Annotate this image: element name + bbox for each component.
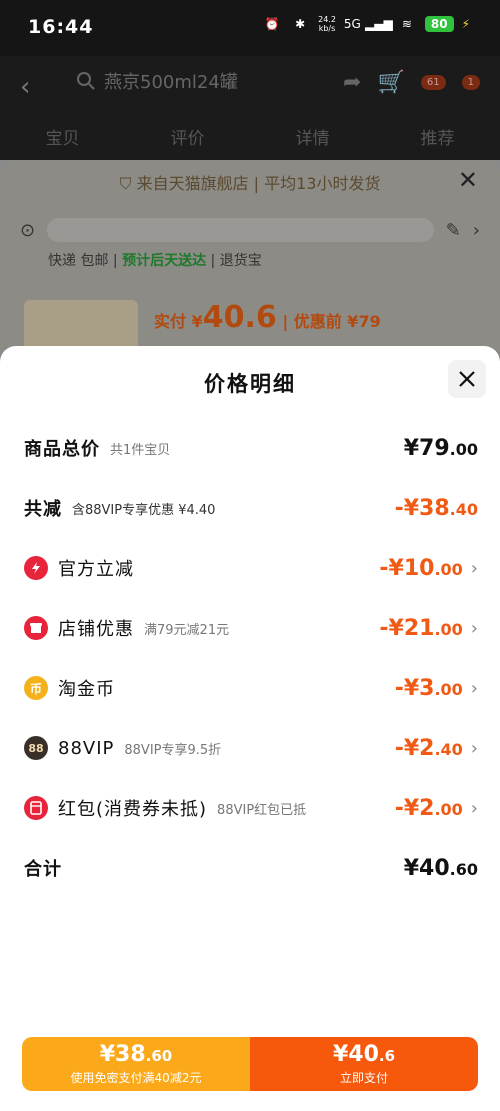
- pay-right-label: 立即支付: [339, 1071, 388, 1085]
- shop-notice: ⛉ 来自天猫旗舰店 | 平均13小时发货: [119, 174, 381, 193]
- chevron-right-icon: ›: [470, 557, 478, 579]
- close-button[interactable]: [448, 360, 486, 398]
- alarm-icon: ⏰: [264, 17, 280, 31]
- row-taobao-coins[interactable]: 币 淘金币 -¥3.00 ›: [24, 668, 478, 708]
- row-amount: -¥21.00: [379, 615, 463, 641]
- row-sub: 88VIP红包已抵: [217, 802, 307, 818]
- signal-bars-icon: ▂▄▆: [365, 17, 393, 31]
- row-amount: -¥3.00: [394, 675, 463, 701]
- row-label: 合计: [24, 859, 62, 880]
- wifi-icon: ≋: [401, 17, 412, 31]
- address-text-blurred: [47, 218, 434, 242]
- row-label: 店铺优惠: [58, 619, 134, 640]
- pay-left-label: 使用免密支付满40减2元: [70, 1071, 202, 1085]
- tab-details[interactable]: 详情: [296, 124, 330, 149]
- back-button[interactable]: ‹: [20, 72, 50, 102]
- cart-badge: 61: [420, 75, 446, 90]
- tab-recommend[interactable]: 推荐: [421, 124, 455, 149]
- row-amount: -¥38.40: [394, 495, 478, 521]
- vip88-icon: 88: [24, 736, 48, 760]
- tab-item[interactable]: 宝贝: [46, 124, 80, 149]
- pay-left-price: ¥38.60: [99, 1042, 173, 1067]
- row-sub: 共1件宝贝: [110, 442, 171, 458]
- row-88vip[interactable]: 88 88VIP 88VIP专享9.5折 -¥2.40 ›: [24, 728, 478, 768]
- row-label: 红包(消费券未抵): [58, 799, 208, 820]
- row-shop-discount[interactable]: 店铺优惠 满79元减21元 -¥21.00 ›: [24, 608, 478, 648]
- lightning-icon: [24, 556, 48, 580]
- status-time: 16:44: [28, 16, 94, 38]
- search-bar[interactable]: 燕京500ml24罐: [76, 68, 238, 94]
- row-label: 官方立减: [58, 559, 134, 580]
- row-sub: 满79元减21元: [144, 622, 230, 638]
- row-goods-total: 商品总价 共1件宝贝 ¥79.00: [24, 428, 478, 468]
- payment-bar: ¥38.60 使用免密支付满40减2元 ¥40.6 立即支付: [22, 1037, 478, 1091]
- modal-title: 价格明细: [204, 372, 296, 396]
- tab-reviews[interactable]: 评价: [171, 124, 205, 149]
- charging-icon: ⚡: [461, 17, 470, 31]
- pay-now-button[interactable]: ¥40.6 立即支付: [250, 1037, 478, 1091]
- message-badge: 1: [461, 75, 480, 90]
- header-actions: ➦ 🛒 61 1: [343, 70, 480, 95]
- chevron-right-icon: ›: [470, 737, 478, 759]
- row-label: 商品总价: [24, 439, 100, 460]
- price-detail-modal: 价格明细 商品总价 共1件宝贝 ¥79.00 共减 含88VIP专享优惠 ¥4.…: [0, 346, 500, 1111]
- product-tabs: 宝贝 评价 详情 推荐: [0, 124, 500, 149]
- net-speed: 24.2 kb/s: [318, 15, 336, 33]
- close-icon: [459, 371, 475, 387]
- password-free-pay-button[interactable]: ¥38.60 使用免密支付满40减2元: [22, 1037, 250, 1091]
- row-label: 88VIP: [58, 737, 115, 759]
- row-official-discount[interactable]: 官方立减 -¥10.00 ›: [24, 548, 478, 588]
- search-icon: [77, 72, 95, 90]
- row-label: 共减: [24, 499, 62, 520]
- location-icon: ⊙: [20, 219, 36, 241]
- shield-icon: ⛉: [119, 174, 137, 193]
- row-amount: -¥2.40: [394, 735, 463, 761]
- share-icon[interactable]: ➦: [343, 70, 361, 95]
- signal-5g: 5G: [343, 17, 361, 31]
- coin-icon: 币: [24, 676, 48, 700]
- battery-level: 80: [424, 16, 454, 32]
- product-header: ‹ 燕京500ml24罐 ➦ 🛒 61 1 宝贝 评价 详情 推荐: [0, 56, 500, 160]
- row-amount: ¥79.00: [403, 435, 478, 461]
- chevron-right-icon: ›: [470, 677, 478, 699]
- status-icons: ⏰ ✱ 24.2 kb/s 5G ▂▄▆ ≋ 80 ⚡: [262, 14, 470, 34]
- row-grand-total: 合计 ¥40.60: [24, 848, 478, 888]
- chevron-right-icon: ›: [470, 617, 478, 639]
- delivery-info: 快递 包邮 | 预计后天送达 | 退货宝: [48, 253, 262, 269]
- search-text: 燕京500ml24罐: [104, 72, 238, 93]
- pay-right-price: ¥40.6: [332, 1042, 396, 1067]
- row-sub: 含88VIP专享优惠 ¥4.40: [72, 502, 216, 518]
- chevron-right-icon: ›: [472, 219, 480, 241]
- shop-icon: [24, 616, 48, 640]
- cart-icon[interactable]: 🛒: [377, 70, 404, 95]
- row-amount: -¥2.00: [394, 795, 463, 821]
- row-red-packet[interactable]: 红包(消费券未抵) 88VIP红包已抵 -¥2.00 ›: [24, 788, 478, 828]
- row-total-discount: 共减 含88VIP专享优惠 ¥4.40 -¥38.40: [24, 488, 478, 528]
- address-row[interactable]: ⊙ ✎ ›: [20, 218, 480, 242]
- status-bar: 16:44 ⏰ ✱ 24.2 kb/s 5G ▂▄▆ ≋ 80 ⚡: [0, 0, 500, 56]
- edit-icon[interactable]: ✎: [446, 220, 461, 241]
- price-preview: 实付 ¥40.6 | 优惠前 ¥79: [154, 300, 381, 335]
- row-amount: ¥40.60: [403, 855, 478, 881]
- chevron-right-icon: ›: [470, 797, 478, 819]
- red-packet-icon: [24, 796, 48, 820]
- order-sheet-close-icon[interactable]: ✕: [458, 166, 478, 194]
- row-label: 淘金币: [58, 679, 115, 700]
- order-sheet: ⛉ 来自天猫旗舰店 | 平均13小时发货 ✕ ⊙ ✎ › 快递 包邮 | 预计后…: [0, 160, 500, 360]
- bluetooth-icon: ✱: [295, 17, 306, 31]
- row-amount: -¥10.00: [379, 555, 463, 581]
- row-sub: 88VIP专享9.5折: [124, 742, 222, 758]
